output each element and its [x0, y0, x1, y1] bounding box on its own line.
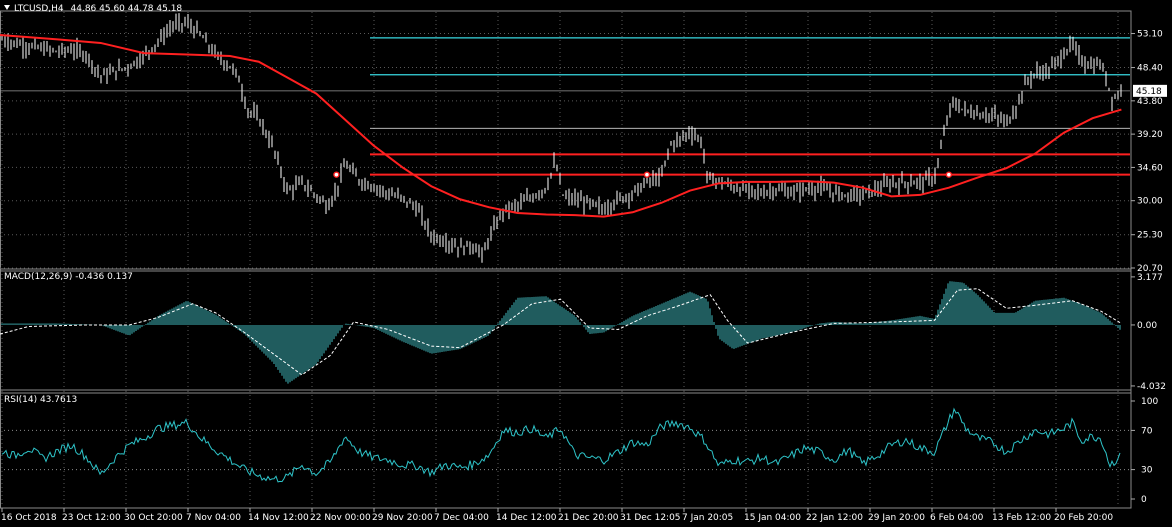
y-tick-label: 53.10 — [1137, 30, 1163, 40]
panel-border — [0, 10, 1132, 272]
y-tick-label: 39.20 — [1137, 130, 1163, 140]
x-tick-label: 23 Oct 12:00 — [62, 513, 121, 523]
x-tick-label: 29 Jan 20:00 — [868, 513, 925, 523]
rsi-levels — [0, 429, 1130, 471]
chart-grid — [0, 10, 1132, 509]
y-tick-label: 30.00 — [1137, 197, 1163, 207]
y-tick-label: 43.80 — [1137, 97, 1163, 107]
y-tick-label: 25.30 — [1137, 231, 1163, 241]
x-tick-label: 31 Dec 12:05 — [620, 513, 681, 523]
x-tick-label: 30 Oct 20:00 — [124, 513, 183, 523]
x-tick-label: 14 Nov 12:00 — [248, 513, 309, 523]
y-tick-label: 0 — [1141, 495, 1147, 505]
rsi-panel[interactable] — [0, 407, 1130, 483]
y-tick-label: 100 — [1141, 397, 1158, 407]
y-tick-label: -4.032 — [1137, 382, 1166, 392]
level-marker — [333, 171, 340, 178]
x-tick-label: 14 Dec 12:00 — [496, 513, 557, 523]
moving-average-line — [0, 33, 1122, 218]
y-tick-label: 34.60 — [1137, 163, 1163, 173]
y-tick-label: 48.40 — [1137, 64, 1163, 74]
dropdown-triangle-icon[interactable] — [4, 5, 10, 10]
x-tick-label: 22 Jan 12:00 — [806, 513, 863, 523]
panel-border — [0, 389, 1132, 509]
y-tick-label: 0.00 — [1137, 321, 1157, 331]
current-price-label: 45.18 — [1136, 87, 1162, 97]
ohlc-readout: 44.86 45.60 44.78 45.18 — [71, 4, 183, 14]
price-panel[interactable] — [0, 13, 1130, 263]
y-tick-label: 70 — [1141, 426, 1153, 436]
rsi-line — [1, 407, 1121, 483]
x-tick-label: 15 Jan 04:00 — [744, 513, 801, 523]
macd-panel[interactable] — [0, 281, 1122, 384]
macd-title: MACD(12,26,9) -0.436 0.137 — [4, 272, 133, 282]
y-tick-label: 30 — [1141, 466, 1153, 476]
price-series — [1, 13, 1122, 263]
panel-border — [0, 268, 1132, 394]
x-tick-label: 7 Jan 20:05 — [682, 513, 733, 523]
macd-signal-line — [0, 288, 1122, 376]
x-tick-label: 21 Dec 20:00 — [558, 513, 619, 523]
x-axis: 16 Oct 2018 23 Oct 12:00 30 Oct 20:00 7 Nov… — [1, 508, 1113, 523]
chart-title: LTCUSD,H4 44.86 45.60 44.78 45.18 — [14, 4, 182, 14]
y-axes: 53.1048.4043.8039.2034.6030.0025.3020.70… — [1131, 30, 1167, 505]
macd-signal — [0, 288, 1122, 376]
level-marker — [643, 171, 651, 178]
y-tick-label: 3.177 — [1137, 273, 1163, 283]
x-tick-label: 7 Nov 04:00 — [186, 513, 241, 523]
x-tick-label: 7 Dec 04:00 — [434, 513, 489, 523]
moving-average — [0, 33, 1122, 218]
x-tick-label: 16 Oct 2018 — [1, 513, 57, 523]
chart-canvas[interactable]: LTCUSD,H4 44.86 45.60 44.78 45.18 MACD(1… — [0, 0, 1172, 527]
rsi-series-line — [1, 407, 1121, 483]
symbol-title: LTCUSD,H4 — [14, 4, 64, 14]
x-tick-label: 6 Feb 04:00 — [930, 513, 984, 523]
x-tick-label: 22 Nov 00:00 — [310, 513, 371, 523]
rsi-title: RSI(14) 43.7613 — [4, 395, 77, 405]
level-marker — [945, 171, 953, 178]
x-tick-label: 29 Nov 20:00 — [372, 513, 433, 523]
x-tick-label: 13 Feb 12:00 — [992, 513, 1051, 523]
x-tick-label: 20 Feb 20:00 — [1054, 513, 1113, 523]
